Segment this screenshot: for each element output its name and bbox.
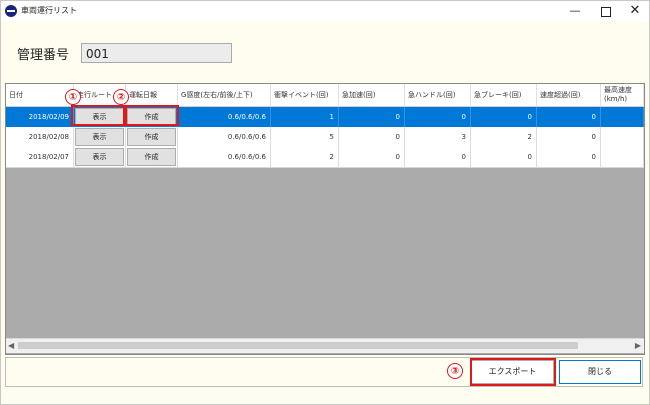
grid-header: 日付 走行ルート 運転日報 G感度(左右/前後/上下) 衝撃イベント(回) 急加… [6,84,644,107]
cell-brake: 2 [471,127,537,147]
management-number-label: 管理番号 [17,48,70,63]
cell-report: 作成 [126,127,178,147]
route-view-button[interactable]: 表示 [75,108,124,126]
cell-max-speed [601,127,644,147]
window-title: 車両運行リスト [21,6,77,15]
cell-g-sensitivity: 0.6/0.6/0.6 [178,107,271,127]
header-sudden-steer[interactable]: 急ハンドル(回) [405,84,471,106]
report-create-button[interactable]: 作成 [127,108,176,126]
report-create-button[interactable]: 作成 [127,148,176,166]
cell-steer: 0 [405,147,471,167]
cell-report: 作成 [126,107,178,127]
cell-route: 表示 [74,147,126,167]
export-button[interactable]: エクスポート [471,360,554,384]
scroll-left-icon[interactable]: ◀ [8,341,14,350]
cell-g-sensitivity: 0.6/0.6/0.6 [178,127,271,147]
cell-max-speed [601,107,644,127]
cell-date: 2018/02/07 [6,147,74,167]
header-g-sensitivity[interactable]: G感度(左右/前後/上下) [178,84,271,106]
maximize-icon [601,7,611,17]
title-bar: 車両運行リスト — ✕ [1,1,649,21]
minimize-button[interactable]: — [565,3,585,19]
cell-accel: 0 [339,127,405,147]
callout-one: ① [65,89,81,105]
maximize-button[interactable] [596,3,616,19]
callout-two: ② [113,89,129,105]
cell-impact: 2 [271,147,339,167]
table-row[interactable]: 2018/02/09 表示 作成 0.6/0.6/0.6 1 0 0 0 0 [6,107,644,128]
cell-max-speed [601,147,644,167]
header-date[interactable]: 日付 [6,84,74,106]
header-impact-event[interactable]: 衝撃イベント(回) [271,84,339,106]
callout-three: ③ [447,363,463,379]
table-row[interactable]: 2018/02/08 表示 作成 0.6/0.6/0.6 5 0 3 2 0 [6,127,644,148]
management-number-field: 001 [81,43,232,63]
cell-accel: 0 [339,107,405,127]
cell-impact: 1 [271,107,339,127]
cell-route: 表示 [74,107,126,127]
report-create-button[interactable]: 作成 [127,128,176,146]
scrollbar-thumb[interactable] [18,342,578,349]
header-sudden-brake[interactable]: 急ブレーキ(回) [471,84,537,106]
cell-accel: 0 [339,147,405,167]
close-button[interactable]: 閉じる [559,360,641,384]
route-view-button[interactable]: 表示 [75,148,124,166]
scroll-right-icon[interactable]: ▶ [635,341,641,350]
cell-report: 作成 [126,147,178,167]
horizontal-scrollbar[interactable]: ◀ ▶ [6,338,644,353]
cell-brake: 0 [471,147,537,167]
app-icon [5,5,17,17]
header-max-speed[interactable]: 最高速度(km/h) [601,84,644,106]
operation-list-grid: 日付 走行ルート 運転日報 G感度(左右/前後/上下) 衝撃イベント(回) 急加… [5,83,645,355]
cell-date: 2018/02/08 [6,127,74,147]
table-row[interactable]: 2018/02/07 表示 作成 0.6/0.6/0.6 2 0 0 0 0 [6,147,644,168]
cell-g-sensitivity: 0.6/0.6/0.6 [178,147,271,167]
cell-brake: 0 [471,107,537,127]
close-window-button[interactable]: ✕ [625,3,645,19]
header-sudden-accel[interactable]: 急加速(回) [339,84,405,106]
route-view-button[interactable]: 表示 [75,128,124,146]
header-overspeed[interactable]: 速度超過(回) [537,84,601,106]
cell-impact: 5 [271,127,339,147]
cell-route: 表示 [74,127,126,147]
cell-overspeed: 0 [537,107,601,127]
cell-overspeed: 0 [537,127,601,147]
cell-steer: 0 [405,107,471,127]
cell-overspeed: 0 [537,147,601,167]
app-window: 車両運行リスト — ✕ 管理番号 001 日付 走行ルート 運転日報 G感度(左… [0,0,650,405]
header-daily-report[interactable]: 運転日報 [126,84,178,106]
cell-steer: 3 [405,127,471,147]
cell-date: 2018/02/09 [6,107,74,127]
